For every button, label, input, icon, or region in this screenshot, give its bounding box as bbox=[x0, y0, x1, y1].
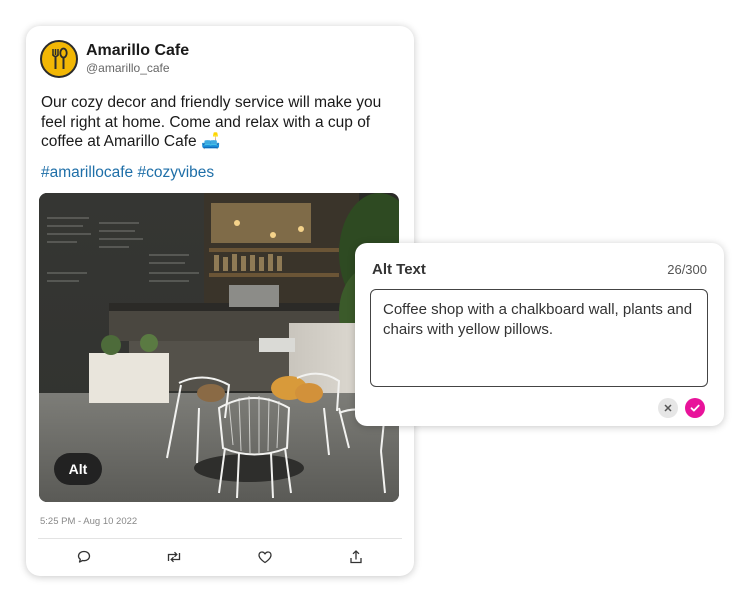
close-icon bbox=[664, 404, 672, 412]
cancel-button[interactable] bbox=[658, 398, 678, 418]
alt-badge[interactable]: Alt bbox=[54, 453, 102, 485]
post-image[interactable]: Alt bbox=[39, 193, 399, 502]
character-count: 26/300 bbox=[667, 262, 707, 277]
share-icon bbox=[350, 550, 362, 564]
divider bbox=[38, 538, 402, 539]
alt-text-panel: Alt Text 26/300 Coffee shop with a chalk… bbox=[355, 243, 724, 426]
user-handle[interactable]: @amarillo_cafe bbox=[86, 61, 170, 75]
heart-icon bbox=[258, 551, 272, 564]
hashtags-link[interactable]: #amarillocafe #cozyvibes bbox=[41, 164, 214, 182]
comment-icon bbox=[77, 550, 91, 563]
confirm-button[interactable] bbox=[685, 398, 705, 418]
like-button[interactable] bbox=[256, 548, 274, 566]
display-name[interactable]: Amarillo Cafe bbox=[86, 42, 189, 60]
comment-button[interactable] bbox=[75, 548, 93, 566]
check-icon bbox=[690, 404, 700, 412]
timestamp: 5:25 PM - Aug 10 2022 bbox=[40, 516, 138, 527]
post-text: Our cozy decor and friendly service will… bbox=[41, 94, 382, 150]
alt-text-title: Alt Text bbox=[372, 261, 426, 278]
fork-spoon-icon bbox=[44, 44, 74, 74]
avatar[interactable] bbox=[40, 40, 78, 78]
share-button[interactable] bbox=[347, 548, 365, 566]
alt-text-input[interactable]: Coffee shop with a chalkboard wall, plan… bbox=[370, 289, 708, 387]
retweet-icon bbox=[167, 551, 181, 563]
retweet-button[interactable] bbox=[165, 548, 183, 566]
